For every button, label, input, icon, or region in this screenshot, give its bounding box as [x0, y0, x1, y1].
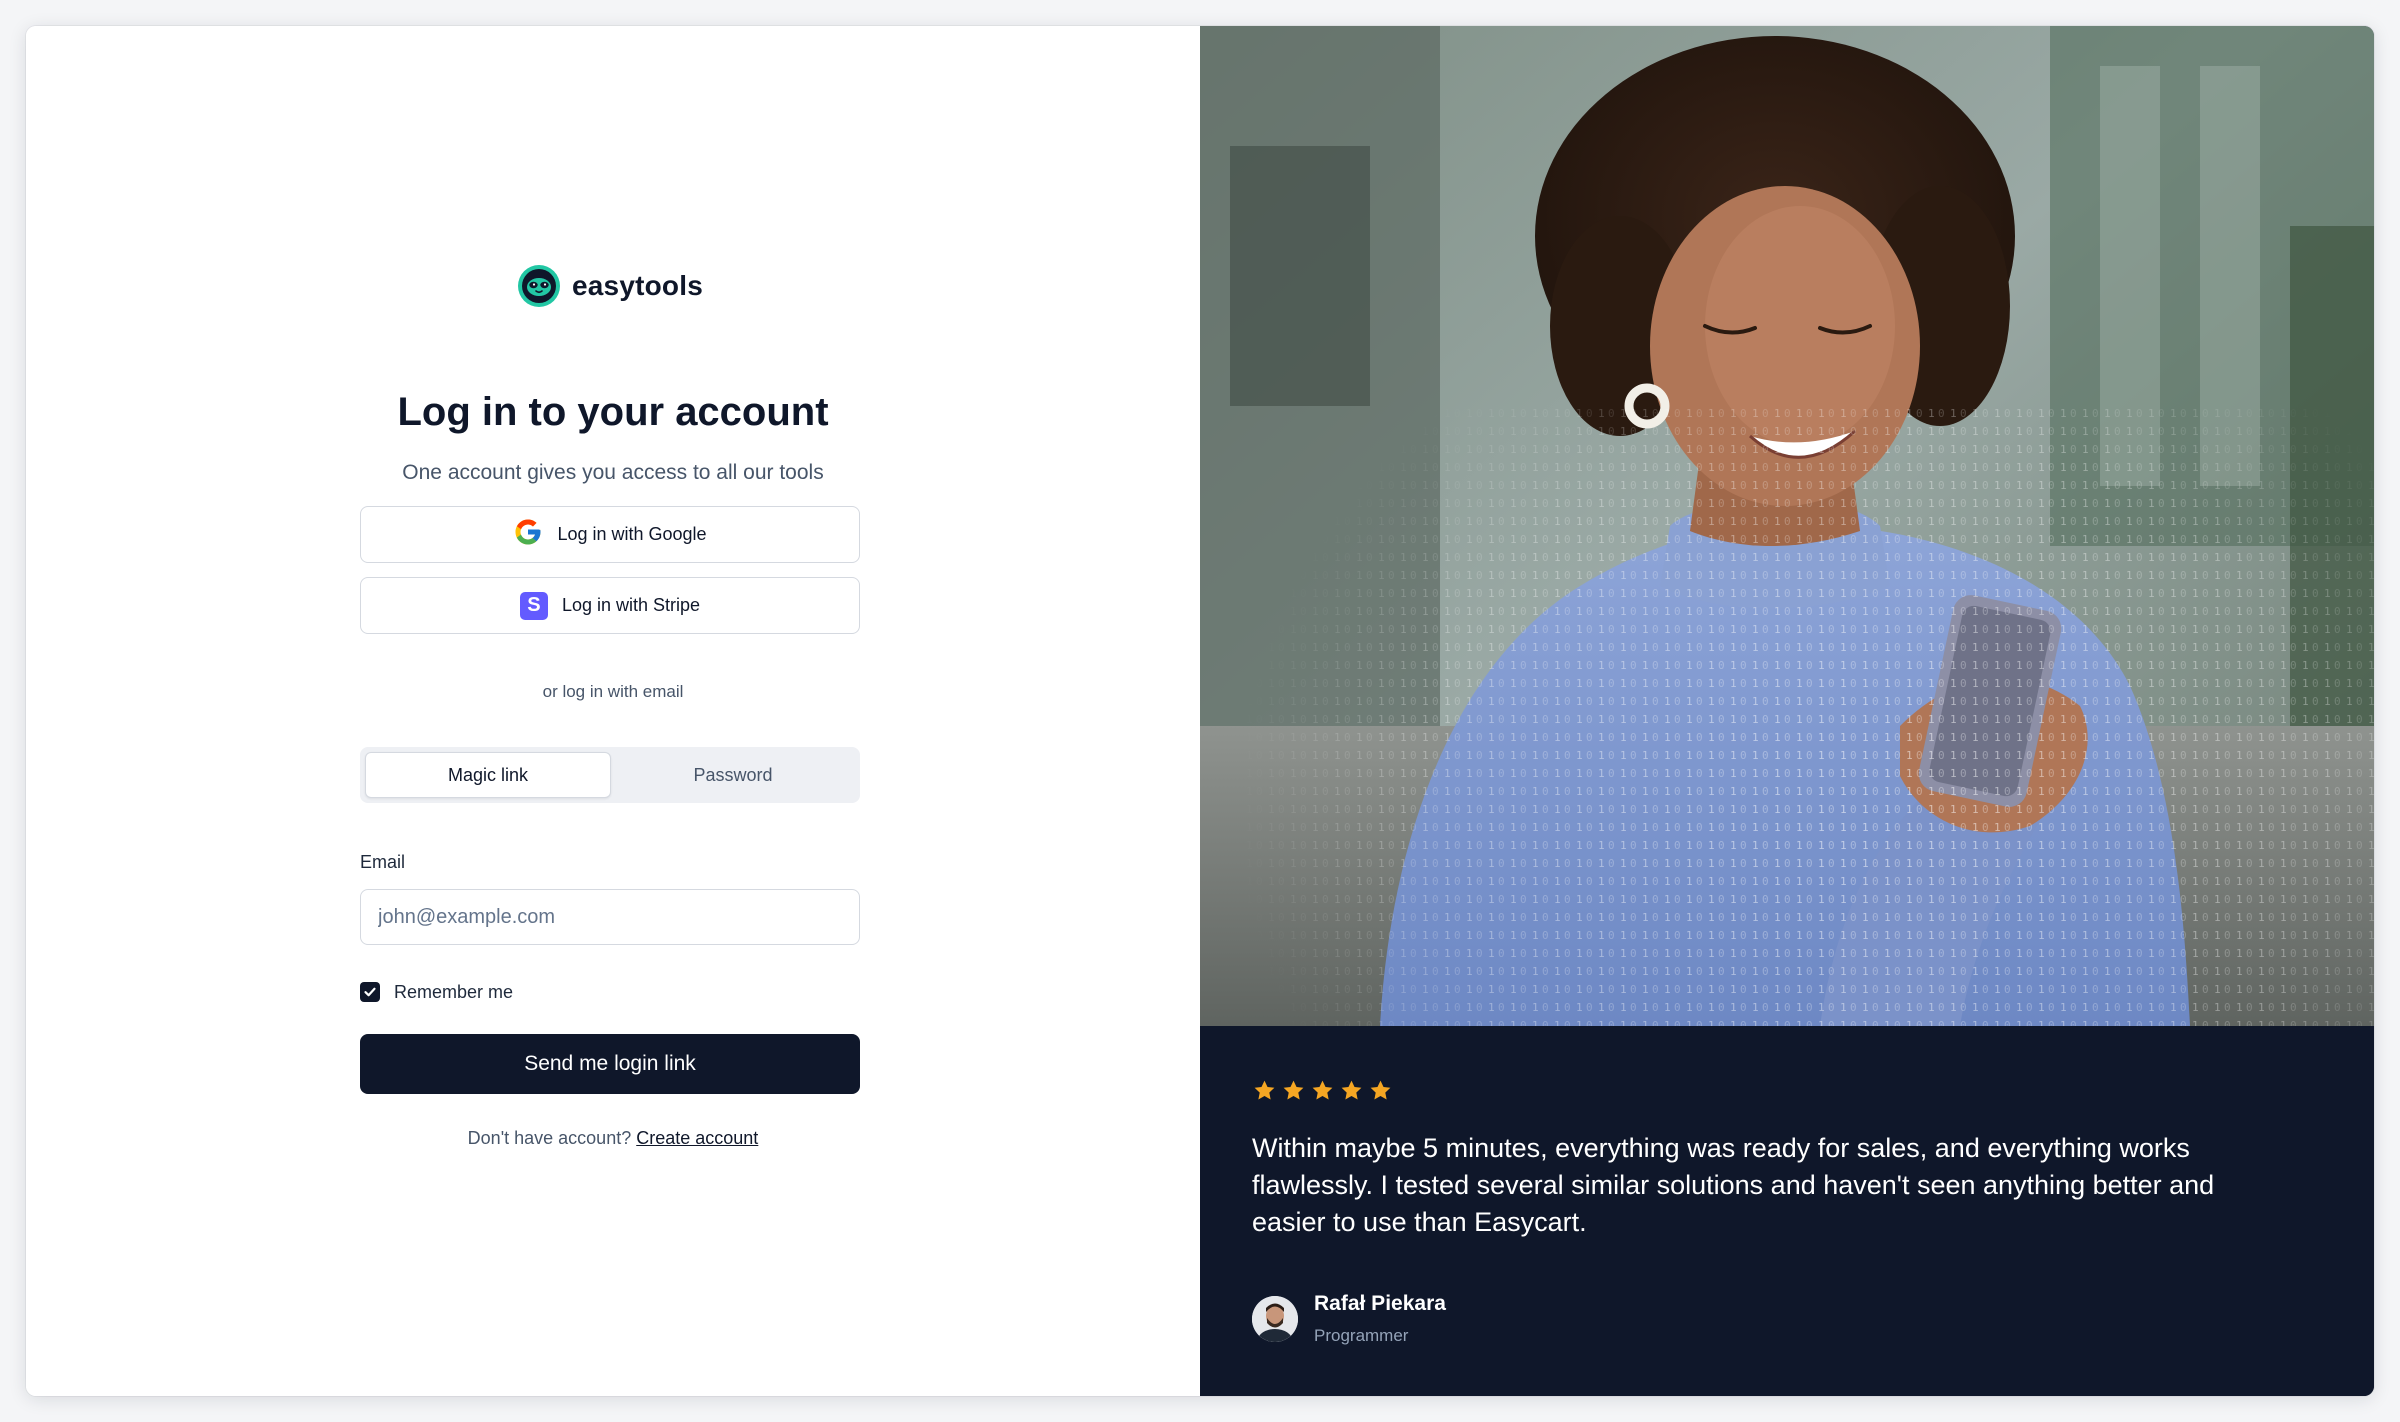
star-icon — [1341, 1080, 1362, 1100]
stripe-login-label: Log in with Stripe — [561, 595, 701, 615]
login-window: easytools Log in to your account One acc… — [26, 26, 2374, 1396]
star-icon — [1254, 1080, 1275, 1100]
star-icon — [1312, 1080, 1333, 1100]
brand-name: easytools — [572, 270, 703, 301]
send-login-link-button[interactable]: Send me login link — [360, 1034, 860, 1094]
create-account-link[interactable]: Create account — [636, 1128, 758, 1148]
author-name: Rafał Piekara — [1314, 1292, 1446, 1315]
brand[interactable]: easytools — [518, 264, 703, 308]
page-subtitle: One account gives you access to all our … — [402, 461, 824, 484]
remember-me-label: Remember me — [394, 981, 514, 1002]
google-login-label: Log in with Google — [557, 524, 707, 544]
tab-password[interactable]: Password — [611, 752, 855, 798]
email-divider: or log in with email — [542, 682, 684, 701]
stripe-login-button[interactable]: S Log in with Stripe — [360, 577, 860, 634]
rating-stars — [1252, 1078, 1393, 1103]
stripe-icon: S — [519, 591, 548, 620]
google-icon — [513, 517, 543, 552]
star-icon — [1370, 1080, 1391, 1100]
author-role: Programmer — [1314, 1326, 1409, 1345]
google-login-button[interactable]: Log in with Google — [360, 506, 860, 563]
email-label: Email — [360, 852, 406, 872]
email-field[interactable] — [360, 889, 860, 945]
testimonial: Within maybe 5 minutes, everything was r… — [1200, 1026, 2374, 1396]
star-icon — [1283, 1080, 1304, 1100]
hero-photo: 1 0 — [1200, 26, 2374, 1026]
hero-panel: 1 0 — [1200, 26, 2374, 1396]
avatar — [1252, 1296, 1298, 1342]
login-panel: easytools Log in to your account One acc… — [26, 26, 1200, 1396]
signup-prompt: Don't have account? Create account — [26, 1128, 1200, 1149]
page-title: Log in to your account — [397, 390, 829, 434]
tab-magic-link[interactable]: Magic link — [365, 752, 611, 798]
testimonial-quote: Within maybe 5 minutes, everything was r… — [1252, 1133, 2215, 1237]
easytools-logo-icon — [518, 265, 560, 307]
testimonial-author: Rafał Piekara Programmer — [1252, 1288, 1446, 1350]
signup-prompt-text: Don't have account? — [467, 1128, 632, 1148]
remember-me-checkbox[interactable]: Remember me — [360, 980, 513, 1004]
login-method-tabs: Magic link Password — [360, 747, 860, 803]
checkbox-checked-icon — [360, 982, 380, 1002]
